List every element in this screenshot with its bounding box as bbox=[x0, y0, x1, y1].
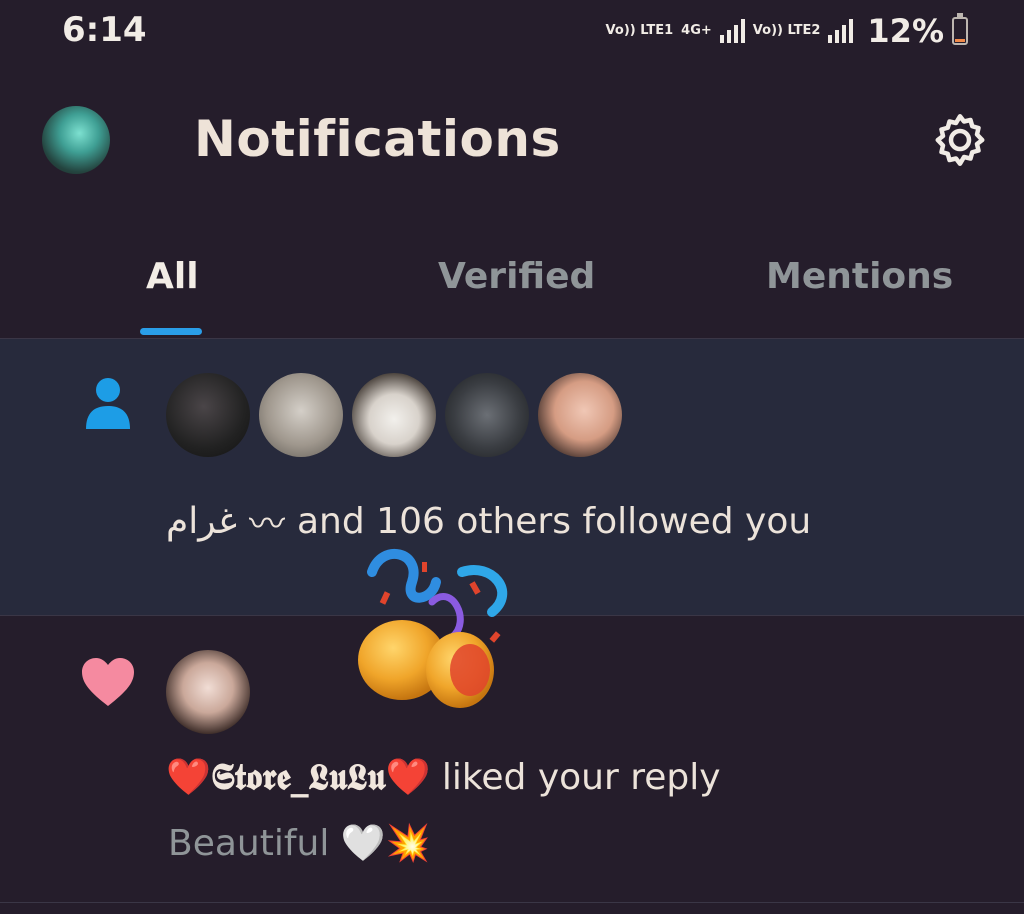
name-symbol: 〰 bbox=[248, 504, 285, 545]
reply-snippet[interactable]: Beautiful 🤍💥 bbox=[168, 822, 430, 864]
signal-icon-2 bbox=[828, 19, 854, 43]
user-prefix: ❤️ bbox=[166, 757, 211, 798]
clock: 6:14 bbox=[62, 10, 147, 50]
battery-icon bbox=[952, 13, 968, 45]
status-icons: Vo)) LTE1 4G+ Vo)) LTE2 12% bbox=[606, 12, 968, 50]
avatar[interactable] bbox=[166, 373, 250, 457]
signal-icon bbox=[719, 19, 745, 43]
user-suffix: ❤️ bbox=[385, 757, 431, 798]
avatar[interactable] bbox=[259, 373, 343, 457]
like-notification[interactable]: ❤️𝕾𝖙𝖔𝖗𝖊_𝕷𝖚𝕷𝖚❤️ liked your reply Beautifu… bbox=[0, 616, 1024, 903]
tab-bar: All Verified Mentions bbox=[0, 240, 1024, 338]
status-bar: 6:14 Vo)) LTE1 4G+ Vo)) LTE2 12% bbox=[0, 0, 1024, 64]
follow-text: and 106 others followed you bbox=[297, 500, 812, 542]
tab-all[interactable]: All bbox=[146, 256, 199, 297]
follower-name[interactable]: غرام bbox=[166, 501, 237, 542]
person-icon bbox=[86, 378, 130, 429]
avatar[interactable] bbox=[445, 373, 529, 457]
follow-message: غرام 〰 and 106 others followed you bbox=[166, 495, 811, 547]
user-name[interactable]: 𝕾𝖙𝖔𝖗𝖊_𝕷𝖚𝕷𝖚 bbox=[211, 756, 386, 798]
follower-avatars bbox=[166, 373, 622, 457]
gear-icon[interactable] bbox=[930, 110, 990, 170]
avatar[interactable] bbox=[166, 650, 250, 734]
heart-icon bbox=[82, 658, 134, 706]
tab-verified[interactable]: Verified bbox=[438, 256, 595, 297]
avatar[interactable] bbox=[352, 373, 436, 457]
tab-mentions[interactable]: Mentions bbox=[766, 256, 953, 297]
sim2-indicator: Vo)) LTE2 bbox=[752, 23, 821, 38]
like-text: liked your reply bbox=[441, 757, 721, 798]
network-type: 4G+ bbox=[681, 23, 712, 38]
tab-indicator bbox=[140, 328, 202, 335]
avatar[interactable] bbox=[538, 373, 622, 457]
like-message: ❤️𝕾𝖙𝖔𝖗𝖊_𝕷𝖚𝕷𝖚❤️ liked your reply bbox=[166, 756, 721, 799]
battery-percent: 12% bbox=[867, 12, 944, 50]
avatar[interactable] bbox=[42, 106, 110, 174]
sim1-indicator: Vo)) LTE1 bbox=[605, 23, 674, 38]
page-title: Notifications bbox=[194, 110, 561, 168]
app-header: Notifications bbox=[0, 90, 1024, 190]
